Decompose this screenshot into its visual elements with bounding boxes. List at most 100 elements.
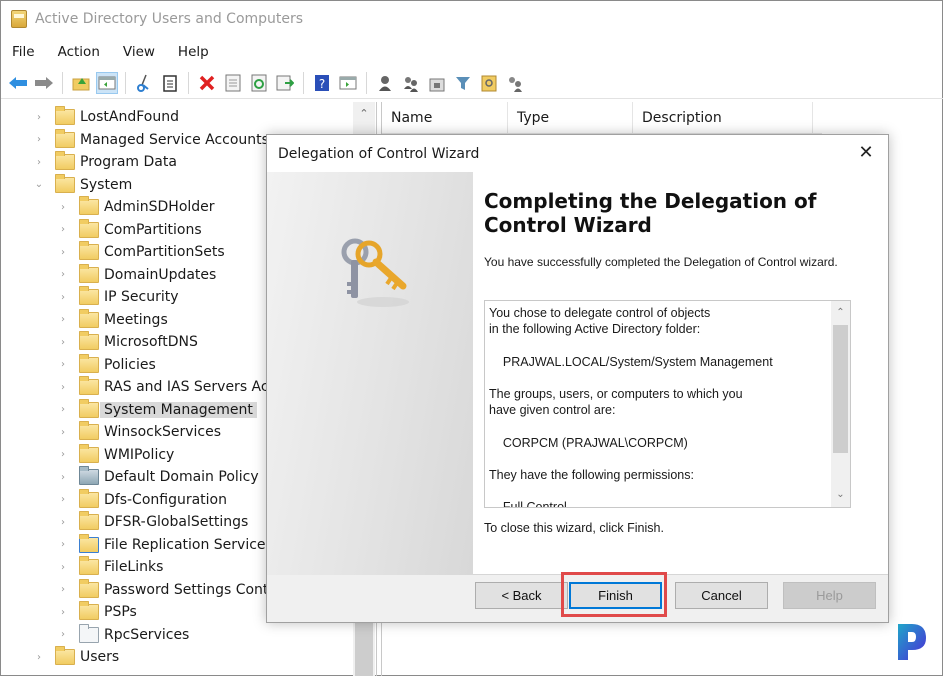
tree-item-label: RpcServices — [104, 626, 190, 643]
column-header-type[interactable]: Type — [508, 101, 633, 134]
chevron-right-icon[interactable]: › — [57, 314, 69, 325]
chevron-right-icon[interactable]: › — [57, 337, 69, 348]
chevron-right-icon[interactable]: › — [33, 112, 45, 123]
tree-item[interactable]: › Password Settings Contai — [57, 578, 281, 601]
new-ou-icon[interactable] — [426, 72, 448, 94]
chevron-right-icon[interactable]: › — [57, 382, 69, 393]
filter-icon[interactable] — [452, 72, 474, 94]
chevron-right-icon[interactable]: › — [57, 224, 69, 235]
chevron-right-icon[interactable]: › — [57, 449, 69, 460]
tree-item[interactable]: › ComPartitionSets — [57, 241, 225, 263]
tree-item[interactable]: › RAS and IAS Servers Acces — [57, 376, 292, 398]
tree-item[interactable]: › WMIPolicy — [57, 443, 174, 466]
tree-item[interactable]: ⌄ System — [33, 173, 132, 196]
add-to-group-icon[interactable] — [504, 72, 526, 94]
chevron-right-icon[interactable]: › — [57, 472, 69, 483]
chevron-right-icon[interactable]: › — [57, 629, 69, 640]
tree-item[interactable]: › ComPartitions — [57, 218, 202, 241]
up-folder-icon[interactable] — [70, 72, 92, 94]
tree-item[interactable]: › AdminSDHolder — [57, 196, 215, 218]
summary-textbox[interactable]: You chose to delegate control of objects… — [484, 300, 851, 508]
tree-item[interactable]: › Meetings — [57, 308, 168, 331]
chevron-right-icon[interactable]: › — [57, 202, 69, 213]
chevron-right-icon[interactable]: › — [57, 607, 69, 618]
chevron-right-icon[interactable]: › — [57, 584, 69, 595]
new-group-icon[interactable] — [400, 72, 422, 94]
column-header-name[interactable]: Name — [382, 101, 508, 134]
export-list-icon[interactable] — [274, 72, 296, 94]
summary-scroll-thumb[interactable] — [833, 325, 848, 453]
tree-item[interactable]: › Managed Service Accounts — [33, 128, 269, 151]
chevron-right-icon[interactable]: › — [57, 427, 69, 438]
chevron-right-icon[interactable]: › — [57, 517, 69, 528]
tree-item[interactable]: › RpcServices — [57, 623, 190, 646]
tree-item-label: Password Settings Contai — [104, 581, 281, 598]
tree-item[interactable]: › Program Data — [33, 151, 177, 173]
rpc-icon — [79, 623, 99, 643]
chevron-right-icon[interactable]: › — [57, 247, 69, 258]
folder-icon — [79, 218, 99, 238]
chevron-right-icon[interactable]: › — [57, 292, 69, 303]
tree-item-label: Program Data — [80, 154, 177, 170]
back-arrow-icon[interactable] — [7, 72, 29, 94]
menu-file[interactable]: File — [1, 44, 47, 60]
tree-item[interactable]: › Dfs-Configuration — [57, 488, 227, 511]
close-icon[interactable]: ✕ — [856, 143, 876, 163]
tree-item[interactable]: › FileLinks — [57, 556, 163, 578]
tree-item-label: System Management — [100, 401, 257, 418]
dialog-body: Completing the Delegation of Control Wiz… — [267, 172, 888, 575]
toolbar: ? — [1, 67, 943, 99]
cut-icon[interactable] — [133, 72, 155, 94]
tree-item[interactable]: › MicrosoftDNS — [57, 331, 198, 353]
tree-item[interactable]: › File Replication Service — [57, 533, 266, 556]
chevron-right-icon[interactable]: › — [57, 539, 69, 550]
menu-view[interactable]: View — [112, 44, 167, 60]
tree-item[interactable]: › Policies — [57, 353, 156, 376]
chevron-right-icon[interactable]: › — [33, 134, 45, 145]
finish-instruction: To close this wizard, click Finish. — [484, 521, 664, 535]
tree-item[interactable]: › LostAndFound — [33, 106, 179, 128]
menu-action[interactable]: Action — [47, 44, 112, 60]
show-console-tree-icon[interactable] — [96, 71, 118, 94]
scroll-up-arrow-icon[interactable]: ⌃ — [353, 104, 375, 124]
chevron-right-icon[interactable]: › — [57, 269, 69, 280]
refresh-icon[interactable] — [248, 72, 270, 94]
chevron-right-icon[interactable]: › — [57, 562, 69, 573]
tree-item[interactable]: › PSPs — [57, 601, 137, 623]
tree-item[interactable]: › Default Domain Policy — [57, 466, 259, 488]
scroll-down-arrow-icon[interactable]: ⌄ — [831, 485, 850, 505]
folder-icon — [79, 488, 99, 508]
summary-scrollbar[interactable]: ⌃ ⌄ — [831, 301, 850, 507]
folder-icon — [79, 263, 99, 283]
tree-item[interactable]: › WinsockServices — [57, 421, 221, 443]
chevron-down-icon[interactable]: ⌄ — [33, 179, 45, 190]
chevron-right-icon[interactable]: › — [57, 494, 69, 505]
wizard-message: You have successfully completed the Dele… — [484, 255, 838, 269]
copy-icon[interactable] — [159, 72, 181, 94]
properties-icon[interactable] — [222, 72, 244, 94]
folder-icon — [55, 173, 75, 193]
chevron-right-icon[interactable]: › — [57, 359, 69, 370]
folder-icon — [79, 196, 99, 215]
tree-item[interactable]: › IP Security — [57, 286, 179, 308]
cancel-button[interactable]: Cancel — [675, 582, 768, 609]
new-user-icon[interactable] — [374, 72, 396, 94]
tree-item[interactable]: › DFSR-GlobalSettings — [57, 511, 248, 533]
chevron-right-icon[interactable]: › — [33, 652, 45, 663]
help-button: Help — [783, 582, 876, 609]
find-icon[interactable] — [478, 72, 500, 94]
delete-icon[interactable] — [196, 72, 218, 94]
column-header-description[interactable]: Description — [633, 101, 813, 134]
help-icon[interactable]: ? — [311, 72, 333, 94]
chevron-right-icon[interactable]: › — [57, 404, 69, 415]
chevron-right-icon[interactable]: › — [33, 157, 45, 168]
menu-help[interactable]: Help — [167, 44, 221, 60]
tree-item[interactable]: › System Management — [57, 398, 257, 421]
tree-item[interactable]: › Users — [33, 646, 119, 668]
scroll-up-arrow-icon[interactable]: ⌃ — [831, 303, 850, 323]
forward-arrow-icon[interactable] — [33, 72, 55, 94]
folder-icon — [79, 421, 99, 440]
show-action-pane-icon[interactable] — [337, 72, 359, 94]
tree-item[interactable]: › DomainUpdates — [57, 263, 216, 286]
back-button[interactable]: < Back — [475, 582, 568, 609]
